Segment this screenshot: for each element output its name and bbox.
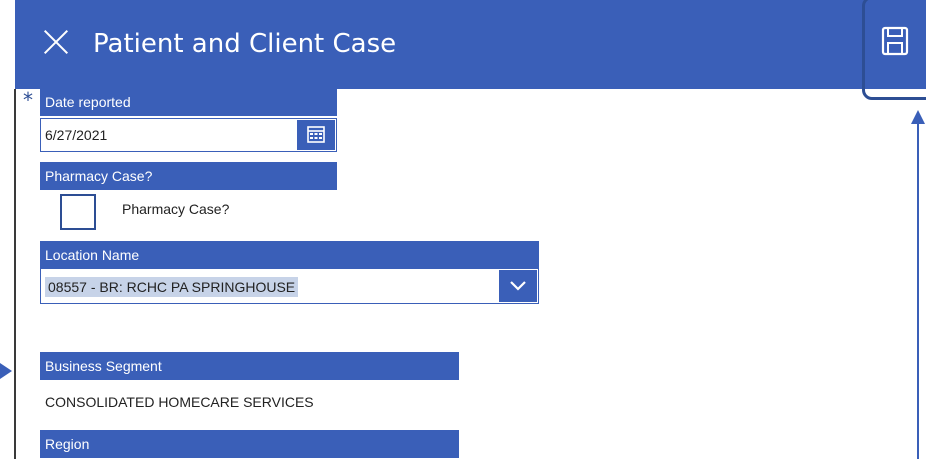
save-highlight-frame <box>862 0 926 100</box>
date-reported-field[interactable]: 6/27/2021 <box>40 118 337 152</box>
app-header: Patient and Client Case <box>15 0 926 89</box>
location-name-label: Location Name <box>40 241 539 269</box>
location-name-value: 08557 - BR: RCHC PA SPRINGHOUSE <box>45 277 299 297</box>
annotation-arrow-line <box>917 122 919 459</box>
date-reported-label: Date reported <box>40 88 337 116</box>
location-dropdown-toggle[interactable] <box>499 270 537 302</box>
required-marker: * <box>23 88 33 112</box>
business-segment-value: CONSOLIDATED HOMECARE SERVICES <box>45 394 314 410</box>
region-label: Region <box>40 430 459 458</box>
pharmacy-case-checkbox[interactable] <box>60 194 96 230</box>
location-name-dropdown[interactable]: 08557 - BR: RCHC PA SPRINGHOUSE <box>40 268 539 304</box>
calendar-icon <box>307 126 325 143</box>
calendar-button[interactable] <box>297 120 335 150</box>
pharmacy-case-label: Pharmacy Case? <box>40 162 337 190</box>
pharmacy-case-checkbox-label[interactable]: Pharmacy Case? <box>122 201 229 217</box>
form-left-border <box>14 89 16 459</box>
business-segment-label: Business Segment <box>40 352 459 380</box>
page-title: Patient and Client Case <box>93 29 397 59</box>
annotation-arrow-head <box>911 110 925 124</box>
annotation-arrow-left <box>0 363 12 379</box>
chevron-down-icon <box>510 281 526 291</box>
close-icon[interactable] <box>39 24 75 60</box>
date-reported-value[interactable]: 6/27/2021 <box>45 119 107 151</box>
